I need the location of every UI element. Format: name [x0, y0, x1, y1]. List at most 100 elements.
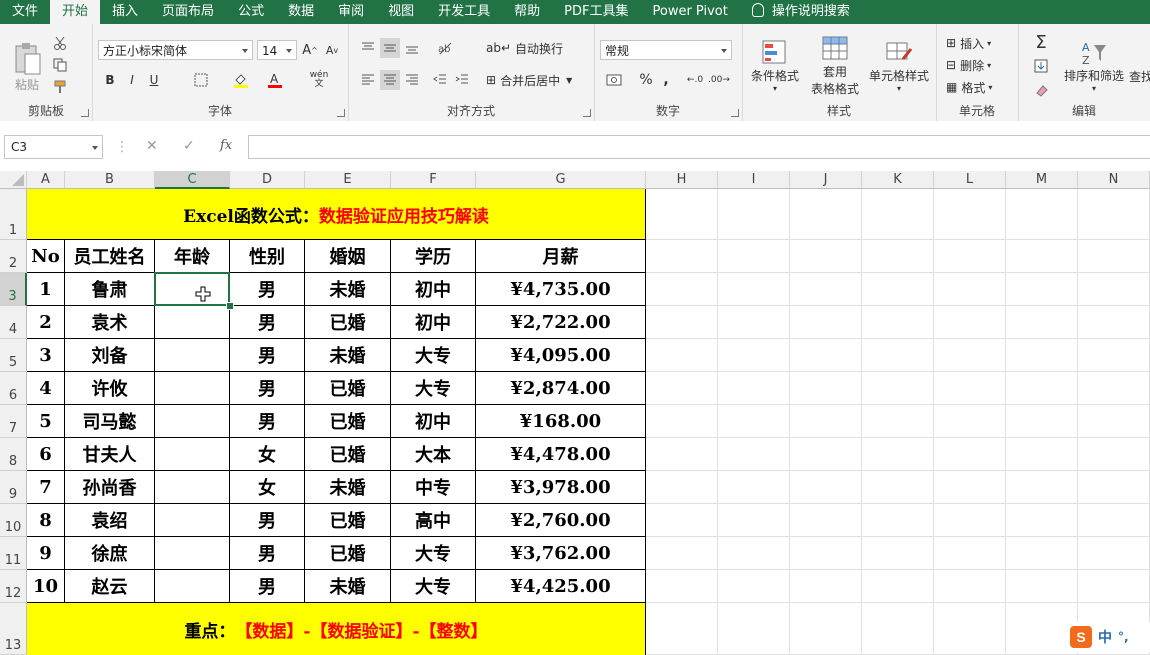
table-cell[interactable]: 已婚: [305, 372, 391, 405]
cell[interactable]: [718, 339, 790, 372]
cell[interactable]: [718, 471, 790, 504]
row-header[interactable]: 5: [0, 339, 27, 372]
font-color-icon[interactable]: A: [262, 70, 288, 90]
cell[interactable]: [862, 372, 934, 405]
merge-center-button[interactable]: ⊞ 合并后居中 ▼: [486, 70, 572, 90]
cell[interactable]: [646, 339, 718, 372]
decrease-indent-icon[interactable]: [430, 70, 450, 90]
find-select-button[interactable]: 查找: [1126, 32, 1150, 100]
table-header-cell[interactable]: 性别: [230, 240, 305, 273]
row-header[interactable]: 12: [0, 570, 27, 603]
cancel-icon[interactable]: ✕: [146, 138, 158, 154]
table-cell[interactable]: ¥168.00: [476, 405, 646, 438]
table-cell[interactable]: 初中: [391, 405, 476, 438]
table-cell[interactable]: ¥4,735.00: [476, 273, 646, 306]
increase-indent-icon[interactable]: [452, 70, 472, 90]
cell[interactable]: [646, 405, 718, 438]
cell[interactable]: [1006, 570, 1078, 603]
clipboard-launcher-icon[interactable]: [81, 109, 89, 117]
column-header[interactable]: C: [155, 171, 230, 189]
cell[interactable]: [718, 438, 790, 471]
cell[interactable]: [790, 273, 862, 306]
align-middle-icon[interactable]: [380, 38, 400, 58]
row-header[interactable]: 8: [0, 438, 27, 471]
row-header[interactable]: 7: [0, 405, 27, 438]
table-cell[interactable]: [155, 537, 230, 570]
fill-handle[interactable]: [226, 302, 234, 310]
borders-icon[interactable]: [188, 70, 214, 90]
cell[interactable]: [790, 372, 862, 405]
table-cell[interactable]: 4: [27, 372, 65, 405]
table-cell[interactable]: 9: [27, 537, 65, 570]
cell[interactable]: [646, 504, 718, 537]
table-cell[interactable]: 未婚: [305, 471, 391, 504]
table-cell[interactable]: 男: [230, 306, 305, 339]
cell[interactable]: [790, 438, 862, 471]
cell[interactable]: [790, 537, 862, 570]
cell[interactable]: [934, 537, 1006, 570]
cell[interactable]: [934, 372, 1006, 405]
cell[interactable]: [862, 438, 934, 471]
align-top-icon[interactable]: [358, 38, 378, 58]
table-cell[interactable]: 7: [27, 471, 65, 504]
ribbon-tab[interactable]: 帮助: [502, 0, 552, 24]
font-launcher-icon[interactable]: [337, 109, 345, 117]
cell[interactable]: [718, 504, 790, 537]
table-cell[interactable]: 男: [230, 537, 305, 570]
cell[interactable]: [1078, 570, 1150, 603]
column-header[interactable]: D: [230, 171, 305, 189]
cell[interactable]: [1006, 306, 1078, 339]
cell[interactable]: [718, 240, 790, 273]
ribbon-tab[interactable]: 文件: [0, 0, 50, 24]
cell[interactable]: [934, 273, 1006, 306]
decrease-font-icon[interactable]: Av: [322, 40, 342, 60]
cell[interactable]: [646, 438, 718, 471]
cell[interactable]: [1006, 240, 1078, 273]
cell[interactable]: [1078, 339, 1150, 372]
sheet-title[interactable]: Excel函数公式： 数据验证应用技巧解读: [27, 189, 646, 240]
table-cell[interactable]: 已婚: [305, 405, 391, 438]
table-cell[interactable]: 8: [27, 504, 65, 537]
cell[interactable]: [862, 273, 934, 306]
cell[interactable]: [718, 405, 790, 438]
cell[interactable]: [790, 603, 862, 655]
cell[interactable]: [1078, 405, 1150, 438]
table-cell[interactable]: ¥3,762.00: [476, 537, 646, 570]
cell[interactable]: [862, 240, 934, 273]
table-cell[interactable]: 10: [27, 570, 65, 603]
cell[interactable]: [934, 603, 1006, 655]
table-cell[interactable]: ¥4,478.00: [476, 438, 646, 471]
table-cell[interactable]: [155, 306, 230, 339]
font-size-select[interactable]: 14: [257, 40, 297, 60]
clear-icon[interactable]: [1026, 80, 1056, 100]
table-header-cell[interactable]: 年龄: [155, 240, 230, 273]
column-header[interactable]: G: [476, 171, 646, 189]
table-cell[interactable]: 已婚: [305, 438, 391, 471]
fill-icon[interactable]: [1026, 56, 1056, 76]
table-cell[interactable]: 男: [230, 405, 305, 438]
table-cell[interactable]: ¥4,425.00: [476, 570, 646, 603]
number-launcher-icon[interactable]: [731, 109, 739, 117]
cell-styles-button[interactable]: 单元格样式 ▾: [866, 32, 932, 100]
cell[interactable]: [718, 570, 790, 603]
table-cell[interactable]: [155, 471, 230, 504]
conditional-format-button[interactable]: 条件格式 ▾: [746, 32, 804, 100]
table-cell[interactable]: 6: [27, 438, 65, 471]
table-cell[interactable]: 已婚: [305, 537, 391, 570]
cell[interactable]: [718, 273, 790, 306]
format-as-table-button[interactable]: 套用 表格格式: [804, 32, 866, 100]
table-cell[interactable]: [155, 570, 230, 603]
table-cell[interactable]: 高中: [391, 504, 476, 537]
column-header[interactable]: N: [1078, 171, 1150, 189]
enter-icon[interactable]: ✓: [183, 138, 195, 154]
cell[interactable]: [646, 570, 718, 603]
column-header[interactable]: H: [646, 171, 718, 189]
ribbon-tab[interactable]: 数据: [276, 0, 326, 24]
table-cell[interactable]: 甘夫人: [65, 438, 155, 471]
row-header[interactable]: 4: [0, 306, 27, 339]
cell[interactable]: [718, 189, 790, 240]
table-cell[interactable]: ¥2,760.00: [476, 504, 646, 537]
increase-font-icon[interactable]: A ^: [300, 40, 320, 60]
cell[interactable]: [934, 570, 1006, 603]
cell[interactable]: [934, 189, 1006, 240]
